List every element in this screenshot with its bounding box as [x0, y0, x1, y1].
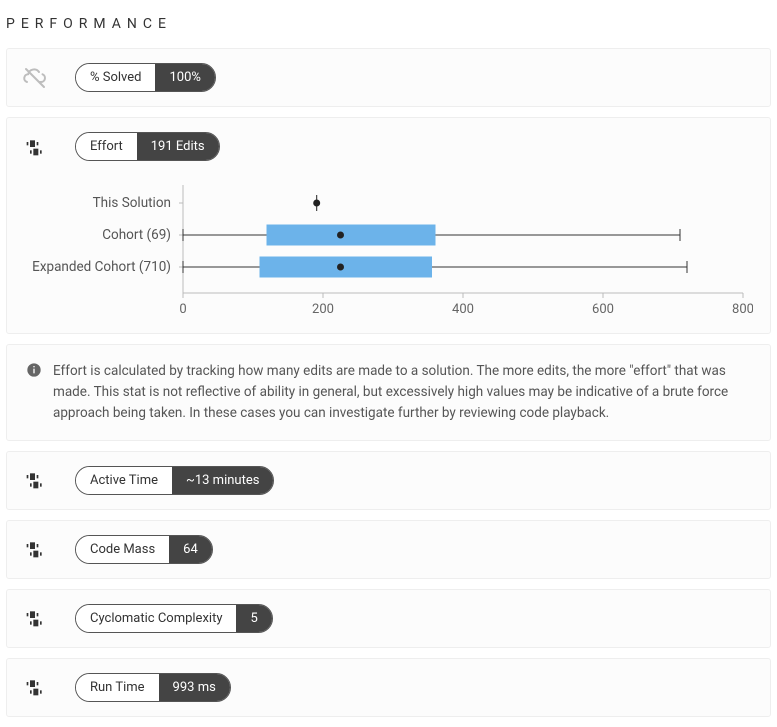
svg-text:Expanded Cohort (710): Expanded Cohort (710)	[32, 259, 171, 275]
card-active-time: Active Time ~13 minutes	[6, 451, 771, 510]
pill-effort: Effort 191 Edits	[75, 132, 220, 161]
pill-value: 5	[236, 605, 271, 632]
card-code-mass: Code Mass 64	[6, 520, 771, 579]
section-title: PERFORMANCE	[0, 0, 777, 44]
pill-run-time: Run Time 993 ms	[75, 673, 231, 702]
pill-value: 64	[169, 536, 212, 563]
info-icon	[25, 361, 43, 379]
svg-text:This Solution: This Solution	[93, 195, 171, 211]
effort-note-text: Effort is calculated by tracking how man…	[53, 361, 752, 424]
boxplot-icon	[23, 135, 47, 159]
pill-cyclomatic: Cyclomatic Complexity 5	[75, 604, 273, 633]
pill-label: % Solved	[76, 64, 155, 91]
pill-value: 993 ms	[159, 674, 230, 701]
pill-label: Active Time	[76, 467, 172, 494]
card-cyclomatic: Cyclomatic Complexity 5	[6, 589, 771, 648]
pill-label: Cyclomatic Complexity	[76, 605, 236, 632]
pill-solved: % Solved 100%	[75, 63, 216, 92]
card-effort: Effort 191 Edits 0 200 400 600 800 This Solut…	[6, 117, 771, 334]
pill-active-time: Active Time ~13 minutes	[75, 466, 274, 495]
boxplot-icon	[23, 606, 47, 630]
pill-code-mass: Code Mass 64	[75, 535, 213, 564]
svg-text:200: 200	[312, 302, 334, 317]
svg-text:600: 600	[592, 302, 614, 317]
cloud-off-icon	[23, 66, 47, 90]
svg-text:0: 0	[179, 302, 186, 317]
boxplot-icon	[23, 675, 47, 699]
pill-value: ~13 minutes	[172, 467, 273, 494]
card-run-time: Run Time 993 ms	[6, 658, 771, 717]
pill-label: Effort	[76, 133, 137, 160]
pill-label: Code Mass	[76, 536, 169, 563]
boxplot-icon	[23, 537, 47, 561]
card-effort-note: Effort is calculated by tracking how man…	[6, 344, 771, 441]
svg-text:Cohort (69): Cohort (69)	[102, 227, 171, 243]
boxplot-icon	[23, 468, 47, 492]
svg-text:400: 400	[452, 302, 474, 317]
card-solved: % Solved 100%	[6, 48, 771, 107]
pill-value: 191 Edits	[137, 133, 219, 160]
effort-boxplot-chart: 0 200 400 600 800 This Solution Cohort (69) Exp…	[23, 181, 754, 319]
pill-label: Run Time	[76, 674, 159, 701]
svg-text:800: 800	[732, 302, 753, 317]
pill-value: 100%	[155, 64, 214, 91]
